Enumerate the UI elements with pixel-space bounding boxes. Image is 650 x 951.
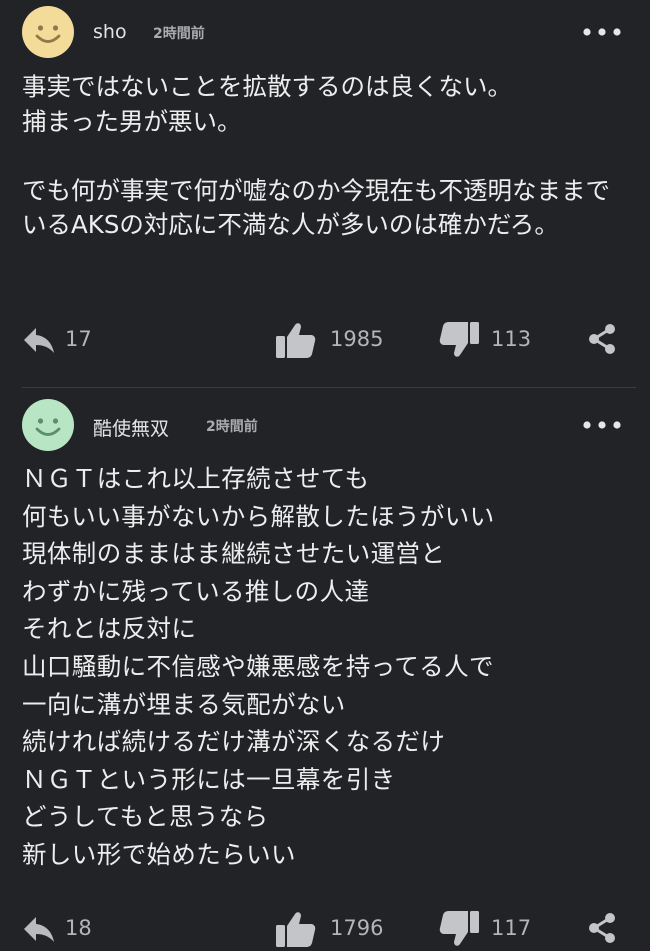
like-count: 1985 [330,327,384,351]
share-icon [589,913,615,943]
thumbs-up-icon [276,912,316,947]
username[interactable]: 酷使無双 [93,414,169,441]
comment-header: sho 2時間前 [0,3,650,63]
comment-card: 酷使無双 2時間前 ＮＧＴはこれ以上存続させても 何もいい事がないから解散したほ… [0,389,650,950]
dislike-count: 113 [491,327,532,351]
comment-header: 酷使無双 2時間前 [0,396,650,456]
username[interactable]: sho [93,21,127,43]
comment-card: sho 2時間前 事実ではないことを拡散するのは良くない。 捕まった男が悪い。 … [0,0,650,388]
avatar[interactable] [22,6,74,58]
avatar[interactable] [22,399,74,451]
thumbs-down-icon [439,911,479,946]
reply-button[interactable]: 17 [22,318,102,362]
reply-count: 17 [65,327,92,351]
like-button[interactable]: 1985 [274,318,394,362]
dislike-button[interactable]: 113 [437,318,547,362]
share-button[interactable] [586,907,618,951]
share-icon [589,324,615,354]
share-button[interactable] [586,318,618,362]
more-options-button[interactable] [580,23,624,41]
timestamp: 2時間前 [206,419,258,435]
dislike-count: 117 [491,916,532,940]
reply-button[interactable]: 18 [22,907,102,951]
reply-arrow-icon [24,328,54,353]
more-horizontal-icon [583,28,621,36]
dislike-button[interactable]: 117 [437,907,547,951]
comment-divider [22,387,636,388]
more-options-button[interactable] [580,416,624,434]
comment-actions: 17 1985 113 [0,318,650,362]
reply-arrow-icon [24,917,54,942]
thumbs-down-icon [439,322,479,357]
like-button[interactable]: 1796 [274,907,394,951]
thumbs-up-icon [276,323,316,358]
comment-body: ＮＧＴはこれ以上存続させても 何もいい事がないから解散したほうがいい 現体制のま… [22,464,495,869]
comment-body: 事実ではないことを拡散するのは良くない。 捕まった男が悪い。 でも何が事実で何が… [22,72,610,240]
more-horizontal-icon [583,421,621,429]
like-count: 1796 [330,916,384,940]
comment-actions: 18 1796 117 [0,907,650,951]
reply-count: 18 [65,916,92,940]
timestamp: 2時間前 [153,26,205,42]
